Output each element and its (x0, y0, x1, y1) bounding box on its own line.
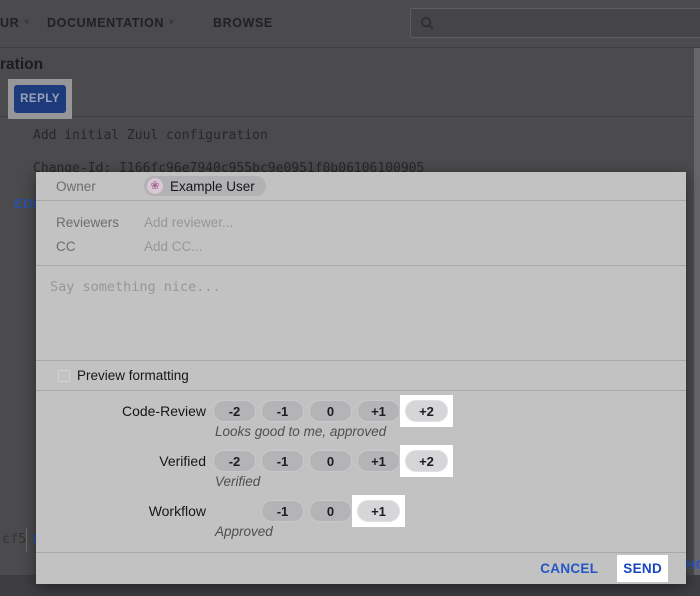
search-input[interactable] (441, 9, 700, 37)
reviewers-label: Reviewers (36, 215, 144, 230)
cc-label: CC (36, 239, 144, 254)
vote-button-selected[interactable]: +1 (357, 500, 400, 522)
score-description: Looks good to me, approved (213, 424, 453, 439)
people-section: Reviewers Add reviewer... CC Add CC... (36, 200, 686, 265)
vote-button[interactable]: +1 (357, 400, 400, 422)
voting-section: Code-Review -2 -1 0 +1 +2 Looks good to … (36, 390, 686, 552)
score-row-verified: Verified -2 -1 0 +1 +2 (36, 450, 686, 472)
commit-message: Add initial Zuul configuration (33, 128, 268, 143)
score-row-workflow: Workflow -1 0 +1 (36, 500, 686, 522)
comment-placeholder: Say something nice... (50, 279, 221, 295)
commit-sha-partial: cf5 (2, 531, 26, 547)
score-description: Approved (213, 524, 453, 539)
reviewers-row: Reviewers Add reviewer... (36, 210, 686, 234)
scrollbar[interactable] (694, 48, 700, 575)
vote-button-selected[interactable]: +2 (405, 400, 448, 422)
score-label: Workflow (149, 503, 213, 519)
preview-formatting-checkbox[interactable] (58, 370, 70, 382)
preview-formatting-label: Preview formatting (77, 368, 189, 383)
chevron-down-icon: ▾ (169, 17, 175, 28)
cc-row: CC Add CC... (36, 234, 686, 258)
nav-item-label: BROWSE (213, 16, 273, 30)
vote-button[interactable]: -1 (261, 450, 304, 472)
vote-button[interactable]: -1 (261, 500, 304, 522)
score-desc-row: Looks good to me, approved (36, 422, 686, 450)
nav-item-label: DOCUMENTATION (47, 16, 164, 30)
add-cc-input[interactable]: Add CC... (144, 239, 203, 254)
page-title: ration (0, 56, 43, 74)
score-description: Verified (213, 474, 453, 489)
dialog-actions: CANCEL SEND (36, 552, 686, 584)
highlight-box: +2 (400, 445, 453, 477)
owner-name: Example User (170, 179, 255, 194)
chevron-down-icon: ▾ (24, 17, 30, 28)
nav-item-browse[interactable]: BROWSE (213, 16, 273, 30)
highlight-box: +1 (352, 495, 405, 527)
score-label: Code-Review (122, 403, 213, 419)
comment-textarea[interactable]: Say something nice... (36, 265, 686, 360)
divider (0, 116, 700, 117)
vote-button[interactable]: -1 (261, 400, 304, 422)
reply-dialog: Owner ❀ Example User Reviewers Add revie… (36, 172, 686, 584)
nav-item-documentation[interactable]: DOCUMENTATION ▾ (47, 16, 175, 30)
search-box[interactable] (410, 8, 700, 38)
vote-button[interactable]: -2 (213, 400, 256, 422)
vote-button[interactable]: +1 (357, 450, 400, 472)
avatar: ❀ (147, 178, 163, 194)
divider (26, 528, 27, 552)
search-icon (420, 16, 435, 31)
highlight-box: REPLY (8, 79, 72, 119)
nav-item-partial[interactable]: UR ▾ (0, 16, 30, 30)
reply-button[interactable]: REPLY (14, 85, 66, 113)
vote-button[interactable]: -2 (213, 450, 256, 472)
owner-label: Owner (36, 179, 144, 194)
vote-button-selected[interactable]: +2 (405, 450, 448, 472)
vote-button[interactable]: 0 (309, 400, 352, 422)
send-button[interactable]: SEND (623, 561, 662, 576)
score-desc-row: Approved (36, 522, 686, 550)
owner-row: Owner ❀ Example User (36, 172, 686, 200)
add-reviewer-input[interactable]: Add reviewer... (144, 215, 233, 230)
preview-row: Preview formatting (36, 360, 686, 390)
cancel-button[interactable]: CANCEL (540, 561, 598, 576)
owner-chip[interactable]: ❀ Example User (144, 176, 266, 196)
score-label: Verified (159, 453, 213, 469)
vote-button[interactable]: 0 (309, 450, 352, 472)
vote-button[interactable]: 0 (309, 500, 352, 522)
score-row-code-review: Code-Review -2 -1 0 +1 +2 (36, 400, 686, 422)
nav-item-label: UR (0, 16, 19, 30)
right-edge-link-partial[interactable]: HO (686, 557, 700, 572)
highlight-box: +2 (400, 395, 453, 427)
highlight-box: SEND (617, 555, 668, 582)
top-nav: UR ▾ DOCUMENTATION ▾ BROWSE (0, 0, 700, 48)
